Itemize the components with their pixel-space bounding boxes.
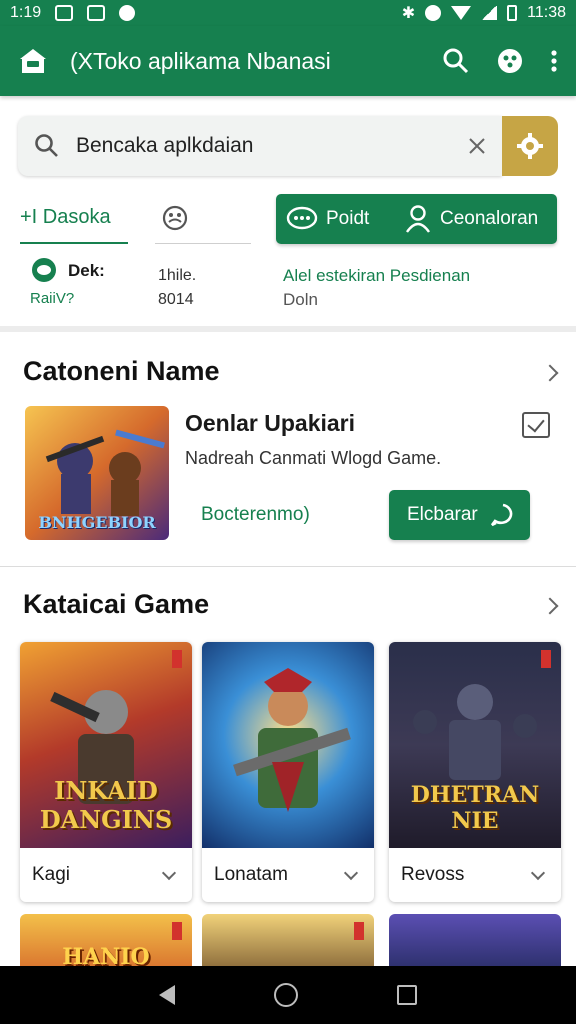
bluetooth-icon: ✱ xyxy=(401,5,416,22)
settings-button[interactable] xyxy=(502,116,558,176)
badge-icon xyxy=(354,922,364,940)
info-c-line2: Doln xyxy=(283,290,318,309)
clear-icon[interactable] xyxy=(468,137,486,155)
game-card[interactable]: Lonatam xyxy=(202,642,374,902)
info-row: Dek: RaiiV? 1hile. 8014 Alel estekiran P… xyxy=(0,256,576,316)
badge-icon xyxy=(172,922,182,940)
info-a-sub: RaiiV? xyxy=(30,290,75,307)
navigation-bar xyxy=(0,966,576,1024)
account-button[interactable]: Ceonaloran xyxy=(394,194,538,244)
status-bar: 1:19 ✱ 11:38 xyxy=(0,0,576,26)
game-art xyxy=(202,642,374,848)
tabs-row: +I Dasoka Poidt Ceonaloran xyxy=(0,192,576,248)
wifi-icon xyxy=(451,6,472,20)
badge-icon xyxy=(172,650,182,668)
game-label: Lonatam xyxy=(214,864,288,885)
back-icon[interactable] xyxy=(159,985,176,1005)
chevron-right-icon[interactable] xyxy=(541,597,559,615)
signal-icon xyxy=(481,6,498,20)
chevron-right-icon[interactable] xyxy=(541,364,559,382)
section-title-featured: Catoneni Name xyxy=(23,356,220,386)
account-button-label: Ceonaloran xyxy=(440,208,539,229)
notification-icon xyxy=(119,5,136,21)
game-footer[interactable]: Lonatam xyxy=(202,848,374,902)
featured-app-image[interactable]: BNHGEBIOR xyxy=(25,406,169,540)
status-time: 1:19 xyxy=(10,4,42,21)
search-input-value: Bencaka aplkdaian xyxy=(76,134,254,157)
post-button-label: Poidt xyxy=(326,208,370,229)
featured-link[interactable]: Bocterenmo) xyxy=(201,504,310,526)
action-button-group: Poidt Ceonaloran xyxy=(276,194,557,244)
info-b-line1: 1hile. xyxy=(158,267,197,284)
chat-icon xyxy=(286,206,318,230)
info-block-c[interactable]: Alel estekiran Pesdienan Doln xyxy=(283,264,470,312)
home-icon[interactable] xyxy=(273,983,298,1007)
info-block-a[interactable]: Dek: RaiiV? xyxy=(30,258,105,307)
chevron-down-icon[interactable] xyxy=(161,865,177,881)
info-c-line1: Alel estekiran Pesdienan xyxy=(283,266,471,285)
chat-icon xyxy=(490,503,513,527)
game-card-partial[interactable] xyxy=(389,914,561,970)
more-vert-icon[interactable] xyxy=(550,49,558,73)
info-b-line2: 8014 xyxy=(158,291,194,308)
game-card[interactable]: DHETRAN NIE Revoss xyxy=(389,642,561,902)
game-footer[interactable]: Kagi xyxy=(20,848,192,902)
battery-icon xyxy=(507,5,518,21)
store-icon[interactable] xyxy=(18,47,48,75)
app-bar: (XToko aplikama Nbanasi xyxy=(0,26,576,96)
featured-action-label: Elcbarar xyxy=(407,504,478,525)
notification-icon xyxy=(87,5,106,21)
game-logo-text: INKAID DANGINS xyxy=(39,776,173,834)
featured-title: Oenlar Upakiari xyxy=(185,410,356,436)
recents-icon[interactable] xyxy=(396,985,417,1005)
person-icon xyxy=(406,205,430,233)
search-icon xyxy=(35,134,58,157)
divider xyxy=(0,326,576,332)
post-button[interactable]: Poidt xyxy=(276,194,394,244)
featured-logo-text: BNHGEBIOR xyxy=(38,513,156,532)
section-title-games: Kataicai Game xyxy=(23,589,210,619)
tab-dasoka[interactable]: +I Dasoka xyxy=(20,192,128,244)
chevron-down-icon[interactable] xyxy=(530,865,546,881)
game-footer[interactable]: Revoss xyxy=(389,848,561,902)
game-card[interactable]: INKAID DANGINS Kagi xyxy=(20,642,192,902)
alarm-icon xyxy=(425,5,442,21)
gamepad-icon[interactable] xyxy=(496,47,524,75)
game-card-partial[interactable]: HANIO xyxy=(20,914,192,970)
tab-emoji[interactable] xyxy=(155,192,251,244)
game-label: Kagi xyxy=(32,864,71,885)
game-logo-text: DHETRAN NIE xyxy=(410,782,540,834)
chat-bubble-icon xyxy=(32,258,56,282)
chevron-down-icon[interactable] xyxy=(343,865,359,881)
search-icon[interactable] xyxy=(442,47,470,75)
game-label: Revoss xyxy=(401,864,465,885)
notification-icon xyxy=(55,5,74,21)
game-card-partial[interactable] xyxy=(202,914,374,970)
info-a-title: Dek: xyxy=(68,261,105,280)
divider xyxy=(0,566,576,567)
settings-icon xyxy=(517,133,543,159)
search-input[interactable]: Bencaka aplkdaian xyxy=(18,116,502,176)
emoji-icon xyxy=(162,205,188,230)
info-block-b: 1hile. 8014 xyxy=(158,264,196,312)
featured-action-button[interactable]: Elcbarar xyxy=(389,490,530,540)
checkbox[interactable] xyxy=(522,412,550,438)
status-clock: 11:38 xyxy=(527,4,566,21)
badge-icon xyxy=(541,650,551,668)
app-title: (XToko aplikama Nbanasi xyxy=(70,47,331,74)
search-bar: Bencaka aplkdaian xyxy=(18,116,558,176)
game-art: INKAID DANGINS xyxy=(20,642,192,848)
game-art: DHETRAN NIE xyxy=(389,642,561,848)
featured-description: Nadreah Canmati Wlogd Game. xyxy=(185,448,442,468)
